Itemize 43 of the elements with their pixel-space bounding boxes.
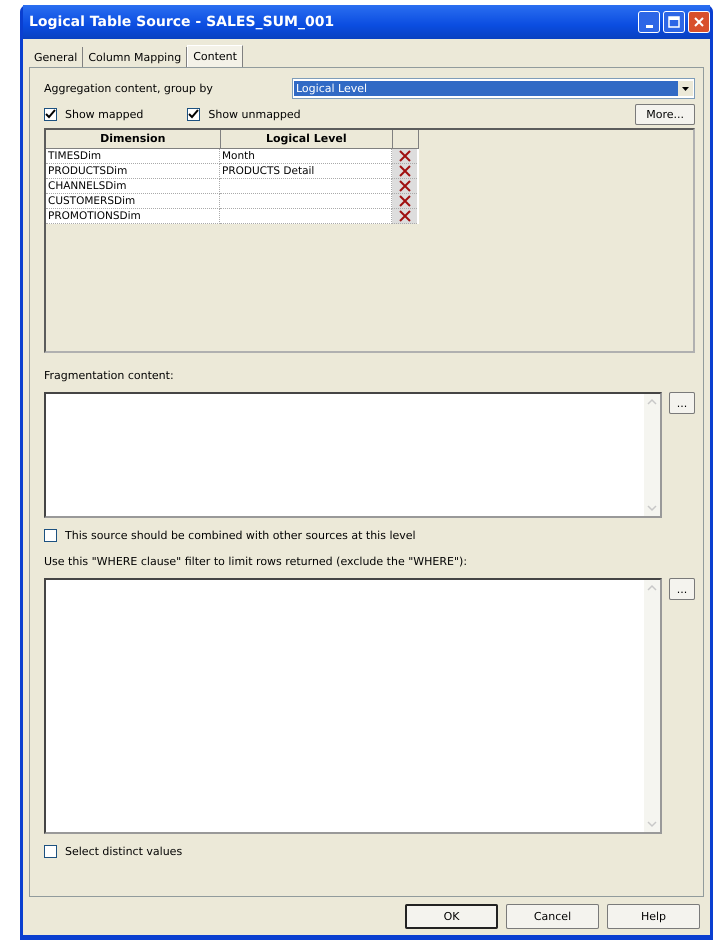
table-cell: TIMESDim — [46, 149, 220, 164]
dialog-button[interactable]: OK — [405, 904, 498, 928]
more-button[interactable]: More... — [635, 104, 695, 125]
minimize-button[interactable] — [638, 11, 660, 33]
delete-icon — [398, 165, 410, 177]
tab[interactable]: Content — [187, 45, 243, 67]
table-cell: PRODUCTSDim — [46, 164, 220, 179]
column-header: Dimension — [46, 130, 221, 149]
where-clause-label: Use this "WHERE clause" filter to limit rows returned (exclude the "WHERE"): — [44, 555, 468, 568]
show-unmapped-checkbox[interactable]: Show unmapped — [187, 108, 301, 121]
combine-checkbox[interactable]: This source should be combined with other sources at this level — [44, 529, 651, 542]
delete-icon — [398, 210, 410, 222]
show-mapped-checkbox[interactable]: Show mapped — [44, 108, 144, 121]
table-cell: PROMOTIONSDim — [46, 209, 220, 224]
browse-button[interactable]: ... — [669, 392, 695, 414]
delete-icon — [398, 180, 410, 192]
column-header: Logical Level — [220, 130, 394, 149]
delete-button[interactable] — [398, 195, 410, 207]
where-clause-field[interactable] — [44, 578, 662, 834]
delete-button[interactable] — [398, 180, 410, 192]
browse-button[interactable]: ... — [669, 578, 695, 600]
window-title: Logical Table Source - SALES_SUM_001 — [29, 14, 336, 30]
close-button[interactable] — [688, 11, 710, 33]
delete-icon — [398, 195, 410, 207]
table-cell: CUSTOMERSDim — [46, 194, 220, 209]
dialog-button[interactable]: Help — [607, 904, 700, 928]
fragmentation-field[interactable] — [44, 392, 662, 518]
close-icon — [693, 16, 705, 28]
maximize-button[interactable] — [663, 11, 685, 33]
delete-button[interactable] — [398, 165, 410, 177]
delete-button[interactable] — [398, 150, 410, 162]
aggregation-label: Aggregation content, group by — [44, 82, 214, 95]
fragmentation-label: Fragmentation content: — [44, 369, 175, 382]
minimize-icon — [646, 24, 652, 28]
checkmark-icon — [45, 109, 56, 120]
table-cell: CHANNELSDim — [46, 179, 220, 194]
distinct-checkbox[interactable]: Select distinct values — [44, 845, 651, 858]
checkmark-icon — [188, 109, 200, 120]
delete-icon — [398, 150, 410, 162]
group-by-dropdown[interactable]: Logical Level — [292, 78, 695, 99]
dialog-button[interactable]: Cancel — [506, 904, 599, 928]
delete-button[interactable] — [398, 210, 410, 222]
maximize-icon — [668, 16, 680, 28]
